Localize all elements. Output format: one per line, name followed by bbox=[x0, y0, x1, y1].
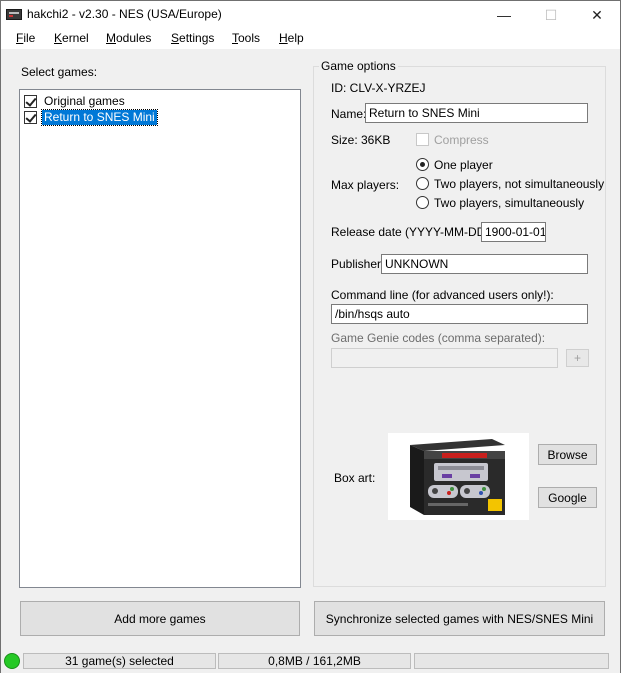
games-list[interactable]: Original games Return to SNES Mini bbox=[19, 89, 301, 588]
app-icon bbox=[6, 9, 22, 20]
title-bar: hakchi2 - v2.30 - NES (USA/Europe) — ☐ ✕ bbox=[1, 1, 620, 29]
close-button[interactable]: ✕ bbox=[574, 1, 620, 29]
radio-two-players-simultaneous[interactable] bbox=[416, 196, 429, 209]
select-games-label: Select games: bbox=[21, 65, 98, 79]
menu-help[interactable]: Help bbox=[279, 31, 304, 45]
games-selected-status: 31 game(s) selected bbox=[23, 653, 216, 669]
checkbox-original-games[interactable] bbox=[24, 94, 37, 108]
synchronize-button[interactable]: Synchronize selected games with NES/SNES… bbox=[314, 601, 605, 636]
game-genie-input[interactable] bbox=[331, 348, 558, 368]
release-date-input[interactable]: 1900-01-01 bbox=[481, 222, 546, 242]
checkbox-return-to-snes-mini[interactable] bbox=[24, 110, 37, 124]
window-title: hakchi2 - v2.30 - NES (USA/Europe) bbox=[27, 7, 222, 21]
progress-bar bbox=[414, 653, 609, 669]
radio-two-players-alternate[interactable] bbox=[416, 177, 429, 190]
storage-status: 0,8MB / 161,2MB bbox=[218, 653, 411, 669]
size-label: Size: 36KB bbox=[331, 133, 391, 147]
menu-settings[interactable]: Settings bbox=[171, 31, 214, 45]
menu-kernel[interactable]: Kernel bbox=[54, 31, 89, 45]
radio-two-players-alternate-label: Two players, not simultaneously bbox=[434, 177, 605, 191]
radio-one-player[interactable] bbox=[416, 158, 429, 171]
publisher-input[interactable]: UNKNOWN bbox=[381, 254, 588, 274]
menu-tools[interactable]: Tools bbox=[232, 31, 260, 45]
name-input[interactable]: Return to SNES Mini bbox=[365, 103, 588, 123]
menu-file[interactable]: File bbox=[16, 31, 35, 45]
box-art-label: Box art: bbox=[334, 471, 376, 485]
menu-modules[interactable]: Modules bbox=[106, 31, 151, 45]
list-item[interactable]: Original games bbox=[24, 93, 127, 109]
box-art-image[interactable] bbox=[388, 433, 529, 520]
compress-checkbox[interactable] bbox=[416, 133, 429, 146]
command-line-label: Command line (for advanced users only!): bbox=[331, 288, 554, 302]
main-window: hakchi2 - v2.30 - NES (USA/Europe) — ☐ ✕… bbox=[0, 0, 621, 673]
publisher-label: Publisher: bbox=[331, 257, 385, 271]
list-item-label: Original games bbox=[44, 93, 125, 108]
snes-mini-box-icon bbox=[410, 439, 505, 515]
radio-one-player-label: One player bbox=[434, 158, 493, 172]
radio-two-players-simultaneous-label: Two players, simultaneously bbox=[434, 196, 585, 210]
add-more-games-button[interactable]: Add more games bbox=[20, 601, 300, 636]
status-bar: 31 game(s) selected 0,8MB / 161,2MB bbox=[1, 649, 620, 673]
list-item-label: Return to SNES Mini bbox=[41, 108, 158, 126]
command-line-input[interactable]: /bin/hsqs auto bbox=[331, 304, 588, 324]
game-genie-label: Game Genie codes (comma separated): bbox=[331, 331, 546, 345]
game-id: ID: CLV-X-YRZEJ bbox=[331, 81, 426, 95]
game-genie-add-button[interactable]: + bbox=[566, 349, 589, 367]
google-button[interactable]: Google bbox=[538, 487, 597, 508]
max-players-label: Max players: bbox=[331, 178, 400, 192]
game-options-title: Game options bbox=[319, 59, 398, 73]
browse-button[interactable]: Browse bbox=[538, 444, 597, 465]
minimize-button[interactable]: — bbox=[481, 1, 527, 29]
compress-label: Compress bbox=[434, 133, 489, 147]
name-label: Name: bbox=[331, 107, 367, 121]
list-item[interactable]: Return to SNES Mini bbox=[24, 108, 158, 126]
maximize-button[interactable]: ☐ bbox=[528, 1, 574, 29]
menu-bar: File Kernel Modules Settings Tools Help bbox=[1, 29, 620, 49]
release-date-label: Release date (YYYY-MM-DD): bbox=[331, 225, 493, 239]
status-indicator-icon bbox=[4, 653, 20, 669]
